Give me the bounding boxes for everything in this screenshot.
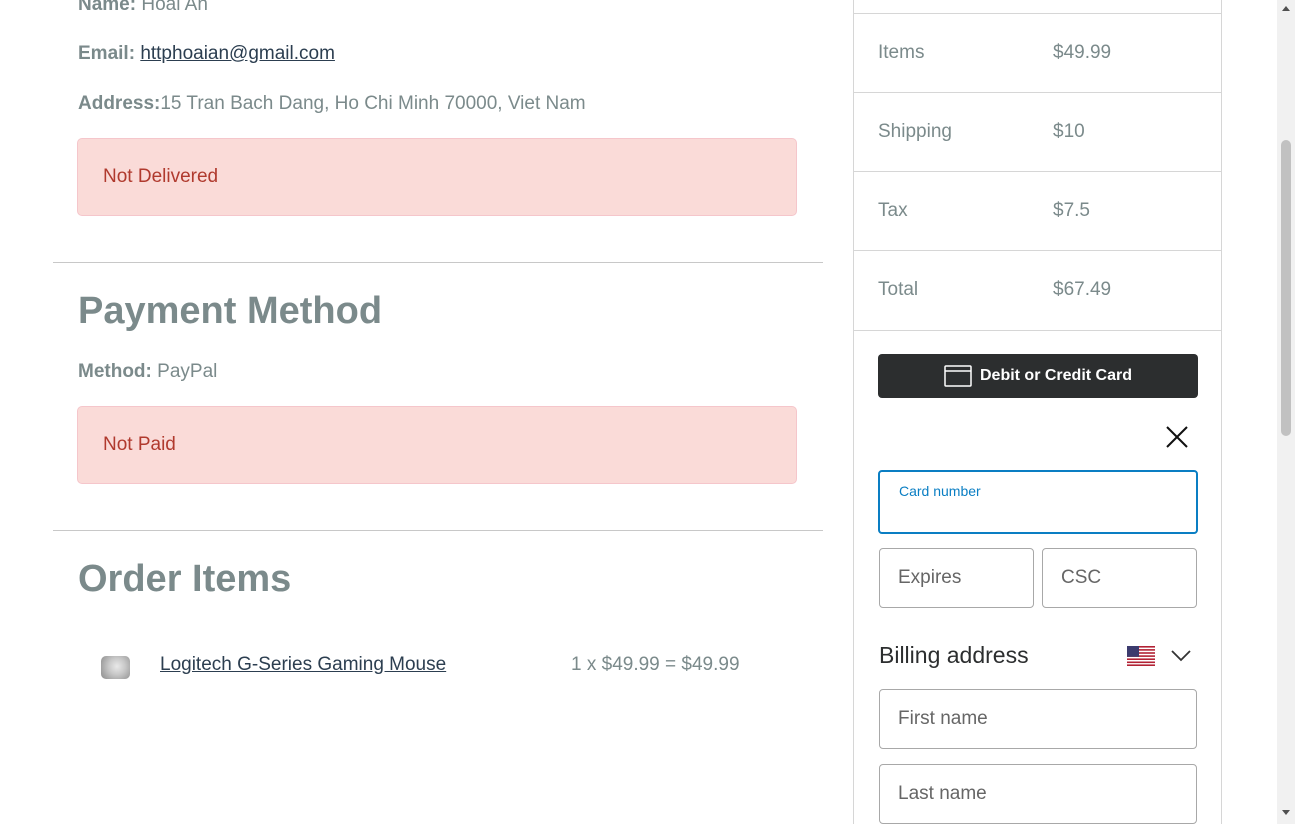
product-link[interactable]: Logitech G-Series Gaming Mouse: [160, 654, 446, 676]
card-number-field[interactable]: Card number: [878, 470, 1198, 534]
payment-method: Method: PayPal: [78, 361, 218, 382]
last-name-field[interactable]: Last name: [879, 764, 1197, 824]
expires-field[interactable]: Expires: [879, 548, 1034, 608]
product-price-line: 1 x $49.99 = $49.99: [571, 654, 740, 675]
credit-card-icon: [944, 365, 972, 387]
scrollbar-thumb[interactable]: [1281, 140, 1291, 436]
divider: [53, 262, 823, 263]
us-flag-icon[interactable]: [1127, 646, 1155, 666]
billing-address-heading: Billing address: [879, 642, 1029, 668]
email-link[interactable]: httphoaian@gmail.com: [140, 43, 335, 64]
csc-field[interactable]: CSC: [1042, 548, 1197, 608]
delivery-status-alert: Not Delivered: [77, 138, 797, 216]
chevron-down-icon[interactable]: [1170, 649, 1192, 663]
scroll-down-icon[interactable]: [1282, 810, 1290, 815]
summary-row-total: Total $67.49: [854, 250, 1222, 331]
payment-heading: Payment Method: [78, 290, 383, 332]
shipping-address: Address:15 Tran Bach Dang, Ho Chi Minh 7…: [78, 93, 586, 114]
close-icon[interactable]: [1163, 423, 1191, 451]
payment-status-alert: Not Paid: [77, 406, 797, 484]
shipping-email: Email: httphoaian@gmail.com: [78, 43, 335, 64]
summary-row-items: Items $49.99: [854, 13, 1222, 92]
scrollbar[interactable]: [1277, 0, 1295, 824]
divider: [53, 530, 823, 531]
first-name-field[interactable]: First name: [879, 689, 1197, 749]
shipping-name: Name: Hoai An: [78, 0, 208, 15]
debit-credit-card-button[interactable]: Debit or Credit Card: [878, 354, 1198, 398]
scroll-up-icon[interactable]: [1282, 6, 1290, 11]
order-items-heading: Order Items: [78, 558, 292, 600]
product-thumbnail: [101, 656, 130, 679]
summary-row-tax: Tax $7.5: [854, 171, 1222, 250]
summary-row-shipping: Shipping $10: [854, 92, 1222, 171]
